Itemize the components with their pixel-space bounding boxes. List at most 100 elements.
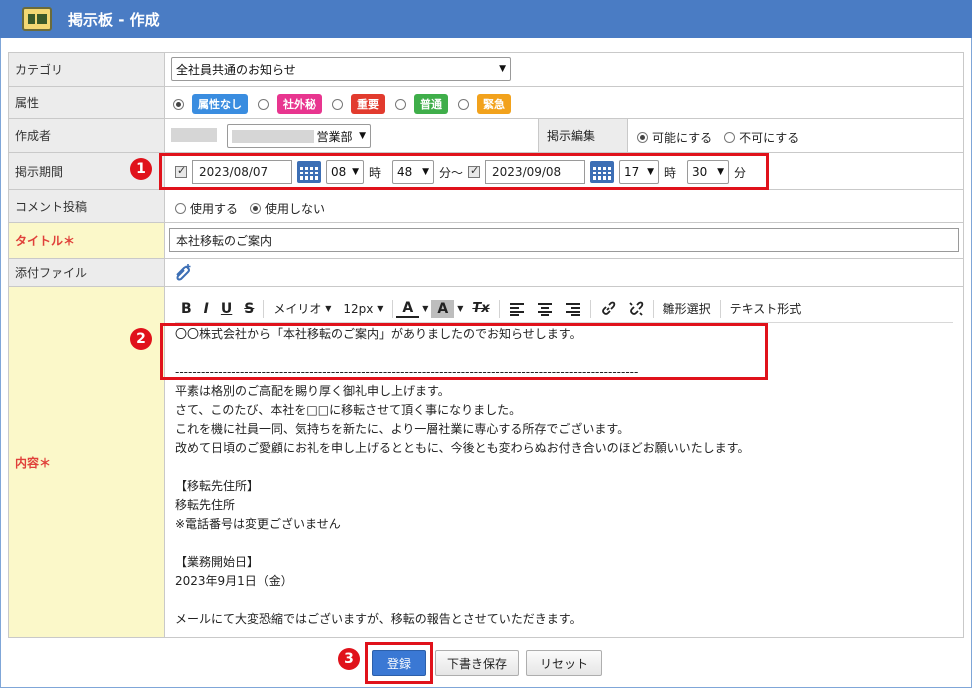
caret-down-icon[interactable]: ▼	[454, 298, 466, 320]
attribute-badge: 属性なし	[192, 94, 248, 114]
content-line: 移転先住所	[175, 498, 236, 512]
toolbar-divider	[652, 299, 654, 318]
attachment-label: 添付ファイル	[8, 259, 165, 286]
unlink-icon[interactable]	[622, 298, 650, 320]
attribute-radio[interactable]	[458, 98, 469, 110]
chevron-down-icon: ▼	[359, 131, 366, 141]
caret-down-icon: ▼	[377, 304, 384, 313]
bold-button[interactable]: B	[175, 298, 198, 320]
align-right-icon[interactable]	[559, 298, 587, 320]
attribute-option[interactable]: 普通	[395, 94, 448, 114]
content-line: 平素は格別のご高配を賜り厚く御礼申し上げます。	[175, 384, 450, 398]
allow-edit-radio[interactable]	[637, 132, 648, 143]
caret-down-icon[interactable]: ▼	[419, 298, 431, 320]
bulletin-board-icon	[22, 7, 52, 31]
font-family-dropdown[interactable]: メイリオ ▼	[267, 298, 337, 320]
content-line: 【移転先住所】	[175, 479, 260, 493]
editor-toolbar: B I U S メイリオ ▼ 12px ▼ A ▼ A ▼ Tx 雛形選択 テキ…	[175, 295, 953, 323]
content-line: 改めて日頃のご愛顧にお礼を申し上げるとともに、今後とも変わらぬお付き合いのほどお…	[175, 441, 750, 455]
toolbar-divider	[263, 299, 265, 318]
attribute-badge: 緊急	[477, 94, 511, 114]
category-label: カテゴリ	[8, 53, 165, 86]
clear-format-button[interactable]: Tx	[466, 298, 495, 320]
comment-nouse-radio[interactable]	[250, 203, 262, 214]
page-title: 掲示板 - 作成	[68, 10, 160, 29]
attachment-row: 添付ファイル	[8, 258, 964, 286]
attribute-badge: 普通	[414, 94, 448, 114]
chevron-down-icon: ▼	[499, 64, 506, 74]
edit-permission-label: 掲示編集	[538, 119, 628, 152]
attribute-radio[interactable]	[332, 98, 343, 110]
edit-permission-options: 可能にする 不可にする	[637, 129, 799, 146]
save-draft-button[interactable]: 下書き保存	[435, 650, 519, 676]
caret-down-icon: ▼	[325, 304, 332, 313]
deny-edit-radio[interactable]	[724, 132, 736, 143]
attribute-option[interactable]: 緊急	[458, 94, 511, 114]
content-line: 【業務開始日】	[175, 555, 260, 569]
annotation-box-register	[365, 642, 433, 684]
italic-button[interactable]: I	[198, 298, 215, 320]
underline-button[interactable]: U	[215, 298, 238, 320]
content-line: 2023年9月1日（金）	[175, 574, 293, 588]
content-line: ※電話番号は変更ございません	[175, 517, 341, 531]
annotation-number-3: 3	[338, 648, 360, 670]
strikethrough-button[interactable]: S	[238, 298, 260, 320]
author-label: 作成者	[8, 119, 165, 152]
author-row: 作成者 営業部 ▼ 掲示編集 可能にする 不可にする	[8, 118, 964, 152]
align-center-icon[interactable]	[531, 298, 559, 320]
attribute-radio[interactable]	[395, 98, 406, 110]
font-size-value: 12px	[343, 301, 374, 316]
comment-label: コメント投稿	[8, 190, 165, 222]
comment-use-radio[interactable]	[175, 203, 186, 214]
redacted-block	[232, 129, 314, 143]
annotation-box-period	[159, 153, 769, 190]
font-family-value: メイリオ	[273, 302, 322, 316]
comment-row: コメント投稿 使用する 使用しない	[8, 189, 964, 222]
annotation-number-1: 1	[130, 158, 152, 180]
content-line: これを機に社員一同、気持ちを新たに、より一層社業に専心する所存でございます。	[175, 422, 630, 436]
link-icon[interactable]	[594, 298, 622, 320]
content-line	[175, 458, 953, 477]
title-row: タイトル＊ 本社移転のご案内	[8, 222, 964, 258]
paperclip-icon[interactable]	[173, 263, 193, 281]
content-line: メールにて大変恐縮ではございますが、移転の報告とさせていただきます。	[175, 612, 582, 626]
author-dept-value: 営業部	[316, 129, 353, 144]
attribute-radio[interactable]	[258, 98, 269, 110]
annotation-box-content	[160, 323, 768, 380]
toolbar-divider	[392, 299, 394, 318]
background-color-button[interactable]: A	[431, 299, 455, 318]
comment-options: 使用する 使用しない	[175, 200, 325, 217]
attribute-radio[interactable]	[173, 98, 184, 110]
attribute-badge: 重要	[351, 94, 385, 114]
annotation-number-2: 2	[130, 328, 152, 350]
attribute-option[interactable]: 社外秘	[258, 94, 322, 114]
category-select[interactable]: 全社員共通のお知らせ ▼	[171, 57, 511, 81]
toolbar-divider	[589, 299, 591, 318]
allow-edit-label: 可能にする	[652, 131, 713, 145]
deny-edit-label: 不可にする	[739, 131, 800, 145]
template-select-button[interactable]: 雛形選択	[657, 298, 717, 320]
content-line: さて、このたび、本社を□□に移転させて頂く事になりました。	[175, 403, 522, 417]
attribute-row: 属性 属性なし 社外秘 重要 普通 緊急	[8, 86, 964, 118]
attribute-option[interactable]: 重要	[332, 94, 385, 114]
author-name-redacted	[171, 128, 217, 142]
font-color-button[interactable]: A	[396, 300, 420, 318]
category-row: カテゴリ 全社員共通のお知らせ ▼	[8, 52, 964, 86]
comment-use-label: 使用する	[190, 202, 239, 216]
attribute-option[interactable]: 属性なし	[173, 94, 248, 114]
title-input[interactable]: 本社移転のご案内	[169, 228, 959, 252]
attribute-badge: 社外秘	[277, 94, 322, 114]
text-mode-button[interactable]: テキスト形式	[724, 298, 808, 320]
reset-button[interactable]: リセット	[526, 650, 602, 676]
content-line	[175, 591, 953, 610]
content-line	[175, 534, 953, 553]
toolbar-divider	[498, 299, 500, 318]
comment-nouse-label: 使用しない	[265, 202, 326, 216]
attribute-label: 属性	[8, 87, 165, 118]
attribute-options: 属性なし 社外秘 重要 普通 緊急	[173, 94, 521, 114]
align-left-icon[interactable]	[503, 298, 531, 320]
font-size-dropdown[interactable]: 12px ▼	[337, 298, 389, 320]
title-label: タイトル＊	[8, 223, 165, 258]
title-bar: 掲示板 - 作成	[0, 0, 972, 38]
author-dept-select[interactable]: 営業部 ▼	[227, 124, 371, 148]
